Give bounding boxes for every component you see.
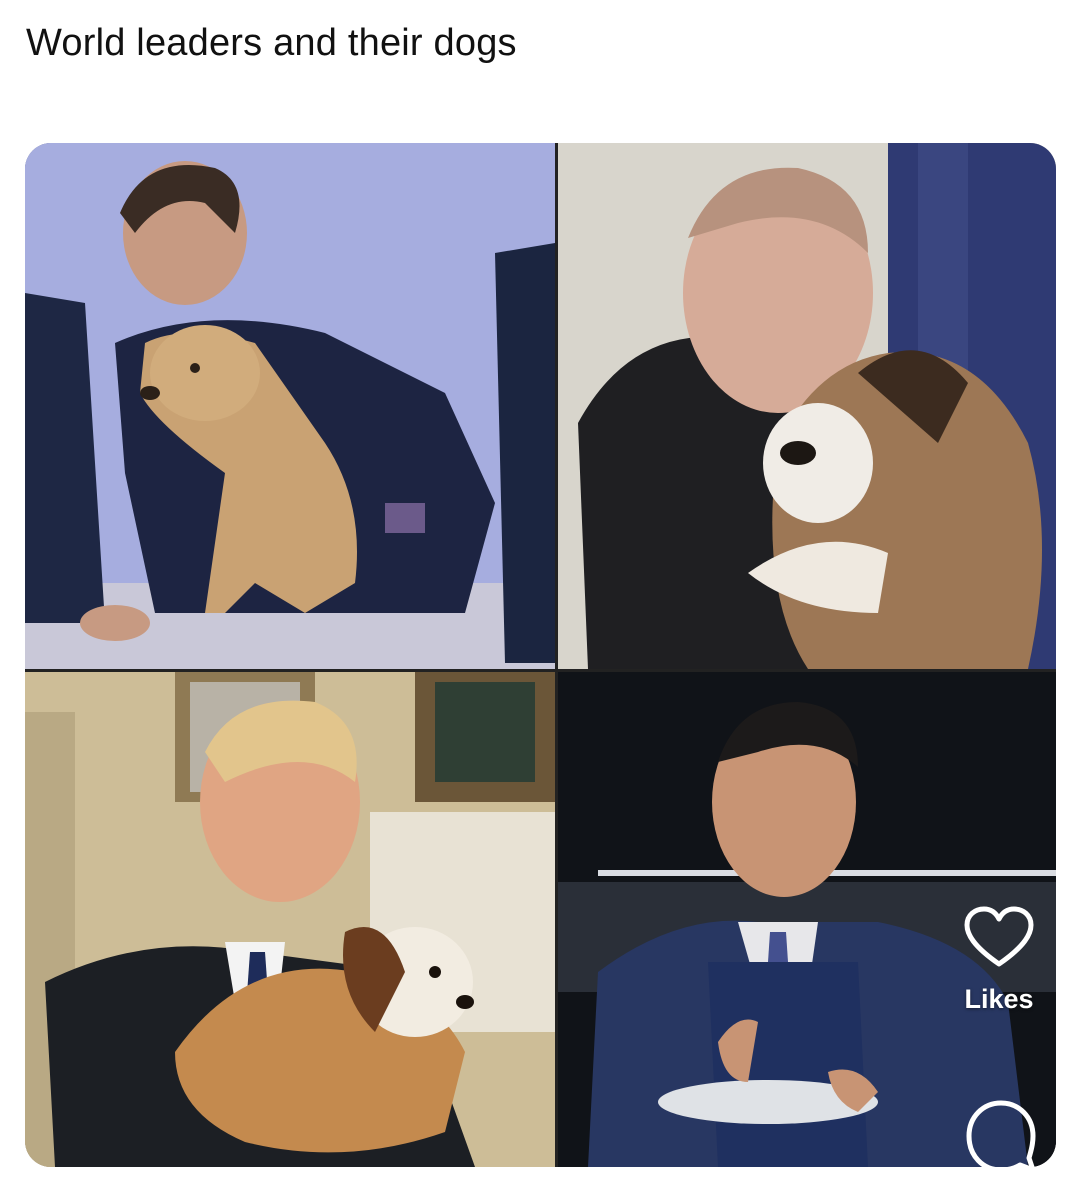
photo-leader-1	[25, 143, 555, 669]
photo-leader-2-image	[558, 143, 1056, 669]
photo-leader-2	[558, 143, 1056, 669]
photo-leader-1-image	[25, 143, 555, 669]
photo-leader-3-image	[25, 672, 555, 1167]
post-title: World leaders and their dogs	[26, 22, 517, 64]
comment-button[interactable]	[958, 1098, 1044, 1174]
likes-button[interactable]: Likes	[944, 906, 1054, 1015]
heart-icon[interactable]	[963, 906, 1035, 970]
likes-label: Likes	[964, 984, 1034, 1014]
photo-leader-3	[25, 672, 555, 1167]
comment-icon[interactable]	[963, 1098, 1039, 1174]
photo-grid	[25, 143, 1056, 1167]
